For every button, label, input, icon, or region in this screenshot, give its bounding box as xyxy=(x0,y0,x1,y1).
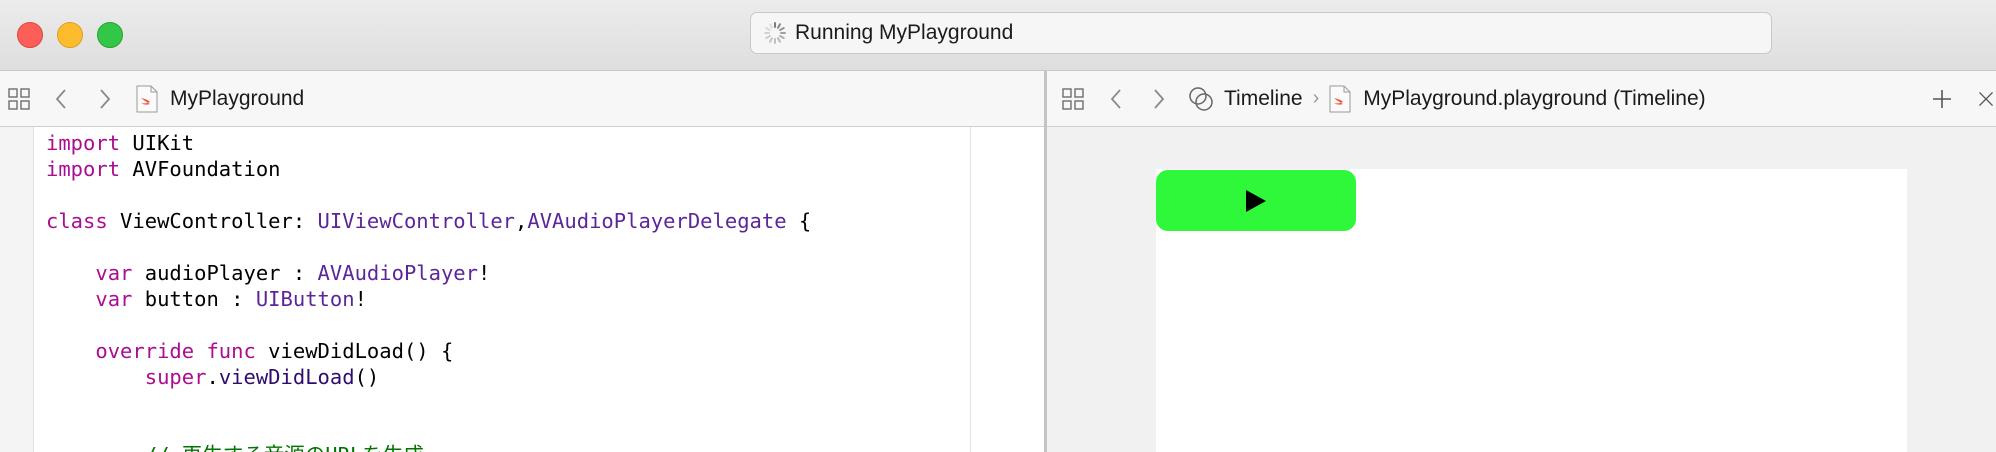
swift-file-icon xyxy=(136,85,158,113)
spinner-icon xyxy=(764,22,786,44)
back-chevron-icon[interactable] xyxy=(1108,87,1124,111)
source-editor[interactable]: import UIKit import AVFoundation class Vi… xyxy=(0,127,1044,452)
assistant-rings-icon[interactable] xyxy=(1188,86,1214,112)
activity-status-text: Running MyPlayground xyxy=(795,21,1014,44)
breadcrumb-timeline[interactable]: Timeline xyxy=(1224,87,1303,111)
editor-page-guide xyxy=(970,127,971,452)
activity-viewer: Running MyPlayground xyxy=(750,12,1772,54)
minimize-window-button[interactable] xyxy=(57,22,83,48)
code-line[interactable] xyxy=(46,234,811,260)
related-items-icon[interactable] xyxy=(8,87,30,110)
code-line[interactable]: import AVFoundation xyxy=(46,156,811,182)
code-line[interactable]: override func viewDidLoad() { xyxy=(46,338,811,364)
back-chevron-icon[interactable] xyxy=(53,87,69,111)
code-line[interactable]: import UIKit xyxy=(46,130,811,156)
play-button[interactable] xyxy=(1156,170,1356,231)
code-line[interactable] xyxy=(46,182,811,208)
code-line[interactable] xyxy=(46,390,811,416)
source-editor-jump-bar: MyPlayground xyxy=(0,71,1044,127)
file-name-label[interactable]: MyPlayground xyxy=(170,87,304,111)
code-line[interactable] xyxy=(46,416,811,442)
forward-chevron-icon[interactable] xyxy=(1151,87,1167,111)
close-icon[interactable] xyxy=(1977,88,1995,110)
code-line[interactable]: super.viewDidLoad() xyxy=(46,364,811,390)
zoom-window-button[interactable] xyxy=(97,22,123,48)
close-window-button[interactable] xyxy=(17,22,43,48)
timeline-pane xyxy=(1047,127,1996,452)
breadcrumb-file[interactable]: MyPlayground.playground (Timeline) xyxy=(1363,87,1705,111)
breadcrumb-separator-icon: › xyxy=(1312,87,1320,109)
forward-chevron-icon[interactable] xyxy=(97,87,113,111)
related-items-icon[interactable] xyxy=(1062,87,1084,110)
add-icon[interactable] xyxy=(1931,88,1953,110)
code-text[interactable]: import UIKit import AVFoundation class Vi… xyxy=(46,130,811,452)
code-line[interactable] xyxy=(46,312,811,338)
swift-file-icon xyxy=(1329,85,1351,113)
code-line[interactable]: // 再生する音源のURLを生成 xyxy=(46,442,811,452)
code-line[interactable]: var audioPlayer : AVAudioPlayer! xyxy=(46,260,811,286)
play-icon xyxy=(1246,189,1266,212)
line-number-gutter xyxy=(0,127,34,452)
code-line[interactable]: class ViewController: UIViewController,A… xyxy=(46,208,811,234)
assistant-editor-jump-bar: Timeline › MyPlayground.playground (Time… xyxy=(1047,71,1996,127)
code-line[interactable]: var button : UIButton! xyxy=(46,286,811,312)
window-title-bar: Running MyPlayground xyxy=(0,0,1996,71)
